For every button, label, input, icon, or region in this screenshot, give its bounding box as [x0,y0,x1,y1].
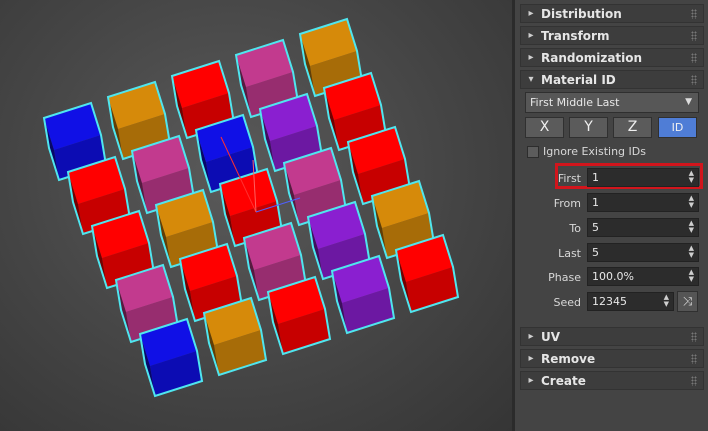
axis-x-button[interactable]: X [525,117,564,138]
rollout-title: UV [541,329,561,344]
grip-icon[interactable] [691,332,697,342]
expand-icon: ▸ [528,8,534,19]
cube[interactable] [330,254,396,335]
expand-icon: ▸ [528,331,534,342]
rollout-title: Transform [541,28,610,43]
rollout-title: Distribution [541,6,622,21]
phase-value: 100.0% [592,270,634,283]
grip-icon[interactable] [691,31,697,41]
rollout-remove[interactable]: ▸ Remove [520,349,704,368]
rollout-title: Randomization [541,50,643,65]
rollout-distribution[interactable]: ▸ Distribution [520,4,704,23]
spinner-arrows-icon[interactable]: ▲ ▼ [689,195,694,209]
axis-z-button[interactable]: Z [613,117,652,138]
cube[interactable] [202,296,268,377]
dropdown-value: First Middle Last [530,96,620,109]
expand-icon: ▸ [528,52,534,63]
seed-label: Seed [553,296,582,309]
spinner-arrows-icon[interactable]: ▲ ▼ [689,220,694,234]
command-panel: ▸ Distribution ▸ Transform ▸ Randomizati… [515,0,708,431]
to-spinner[interactable]: 5 ▲ ▼ [587,218,699,237]
seed-value: 12345 [592,295,627,308]
spinner-arrows-icon[interactable]: ▲ ▼ [664,294,669,308]
rollout-randomization[interactable]: ▸ Randomization [520,48,704,67]
rollout-transform[interactable]: ▸ Transform [520,26,704,45]
from-label: From [553,197,581,210]
grip-icon[interactable] [691,354,697,364]
last-value: 5 [592,246,599,259]
first-value: 1 [592,171,599,184]
from-spinner[interactable]: 1 ▲ ▼ [587,193,699,212]
to-value: 5 [592,221,599,234]
rollout-title: Material ID [541,72,616,87]
ignore-existing-ids-checkbox[interactable] [527,146,539,158]
rollout-material-id[interactable]: ▾ Material ID [520,70,704,89]
ignore-existing-ids-label: Ignore Existing IDs [543,145,646,158]
grip-icon[interactable] [691,9,697,19]
last-spinner[interactable]: 5 ▲ ▼ [587,243,699,262]
cube[interactable] [394,233,460,314]
cube-array-scene[interactable] [0,0,512,431]
expand-icon: ▸ [528,375,534,386]
spinner-arrows-icon[interactable]: ▲ ▼ [689,269,694,283]
expand-icon: ▸ [528,353,534,364]
viewport-3d[interactable] [0,0,512,431]
grip-icon[interactable] [691,75,697,85]
grip-icon[interactable] [691,53,697,63]
axis-y-button[interactable]: Y [569,117,608,138]
grip-icon[interactable] [691,376,697,386]
cube[interactable] [138,317,204,398]
collapse-icon: ▾ [528,74,534,85]
axis-id-button[interactable]: ID [658,117,697,138]
shuffle-seed-button[interactable]: ⤨ [677,291,698,312]
shuffle-icon: ⤨ [682,294,693,308]
material-mode-dropdown[interactable]: First Middle Last ▼ [525,92,699,113]
cube[interactable] [266,275,332,356]
chevron-down-icon: ▼ [685,97,692,107]
spinner-arrows-icon[interactable]: ▲ ▼ [689,245,694,259]
rollout-title: Remove [541,351,596,366]
spinner-arrows-icon[interactable]: ▲ ▼ [689,170,694,184]
rollout-create[interactable]: ▸ Create [520,371,704,390]
phase-spinner[interactable]: 100.0% ▲ ▼ [587,267,699,286]
rollout-uv[interactable]: ▸ UV [520,327,704,346]
last-label: Last [558,247,581,260]
first-label: First [557,172,581,185]
from-value: 1 [592,196,599,209]
phase-label: Phase [548,271,581,284]
first-spinner[interactable]: 1 ▲ ▼ [587,168,699,187]
seed-spinner[interactable]: 12345 ▲ ▼ [587,292,674,311]
to-label: To [569,222,581,235]
expand-icon: ▸ [528,30,534,41]
rollout-title: Create [541,373,586,388]
